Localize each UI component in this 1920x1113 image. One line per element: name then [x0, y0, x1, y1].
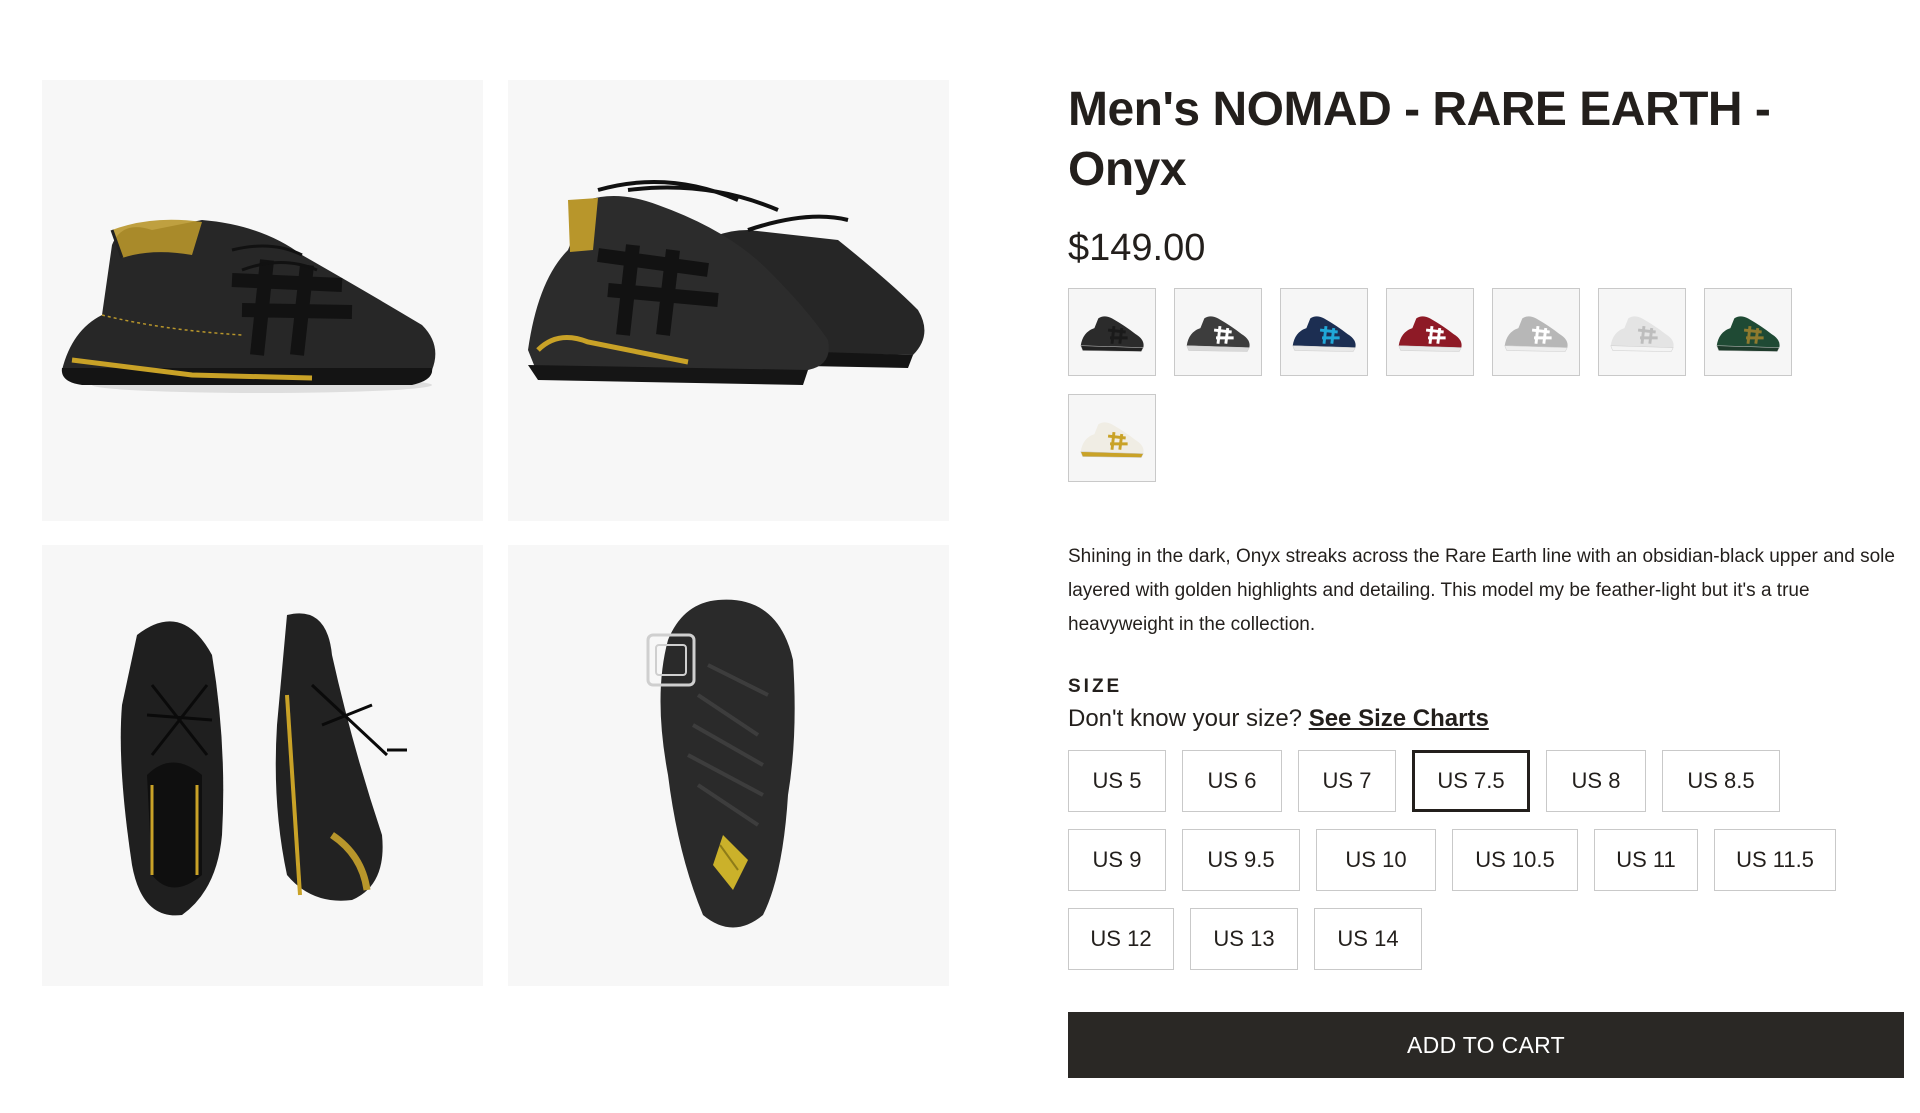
swatch-gold-white[interactable]: [1068, 394, 1156, 482]
size-option-us-7[interactable]: US 7: [1298, 750, 1396, 812]
side-view-image[interactable]: [42, 80, 483, 521]
size-option-us-11-5[interactable]: US 11.5: [1714, 829, 1836, 891]
swatch-onyx[interactable]: [1068, 288, 1156, 376]
swatch-shoe-icon: [1398, 316, 1462, 352]
size-heading: SIZE: [1068, 676, 1123, 697]
top-view-image[interactable]: [42, 545, 483, 986]
size-option-us-6[interactable]: US 6: [1182, 750, 1282, 812]
size-option-us-12[interactable]: US 12: [1068, 908, 1174, 970]
size-option-us-8-5[interactable]: US 8.5: [1662, 750, 1780, 812]
swatch-green[interactable]: [1704, 288, 1792, 376]
shoe-side-illustration: [61, 219, 436, 393]
product-info: Men's NOMAD - RARE EARTH - Onyx $149.00 …: [1068, 80, 1904, 1078]
swatch-shoe-icon: [1610, 316, 1674, 352]
sole-view-image[interactable]: [508, 545, 949, 986]
swatch-shoe-icon: [1080, 316, 1144, 352]
size-option-us-10[interactable]: US 10: [1316, 829, 1436, 891]
size-option-us-9-5[interactable]: US 9.5: [1182, 829, 1300, 891]
size-option-us-13[interactable]: US 13: [1190, 908, 1298, 970]
size-help: Don't know your size? See Size Charts: [1068, 703, 1489, 735]
swatch-charcoal-white[interactable]: [1174, 288, 1262, 376]
swatch-white[interactable]: [1598, 288, 1686, 376]
size-chart-link[interactable]: See Size Charts: [1309, 705, 1489, 732]
swatch-navy-blue[interactable]: [1280, 288, 1368, 376]
size-option-us-14[interactable]: US 14: [1314, 908, 1422, 970]
swatch-shoe-icon: [1080, 422, 1144, 458]
swatch-grey[interactable]: [1492, 288, 1580, 376]
size-option-us-9[interactable]: US 9: [1068, 829, 1166, 891]
product-gallery: [42, 80, 950, 986]
shoe-sole-illustration: [646, 599, 795, 928]
size-option-us-7-5[interactable]: US 7.5: [1412, 750, 1530, 812]
add-to-cart-button[interactable]: ADD TO CART: [1068, 1012, 1904, 1078]
pair-angle-view-image[interactable]: [508, 80, 949, 521]
swatch-shoe-icon: [1716, 316, 1780, 352]
shoe-top-illustration: [120, 613, 407, 916]
shoe-pair-illustration: [528, 180, 925, 385]
product-price: $149.00: [1068, 227, 1206, 269]
size-option-us-5[interactable]: US 5: [1068, 750, 1166, 812]
size-help-text: Don't know your size?: [1068, 705, 1303, 732]
size-option-us-11[interactable]: US 11: [1594, 829, 1698, 891]
product-title: Men's NOMAD - RARE EARTH - Onyx: [1068, 83, 1771, 196]
size-option-us-8[interactable]: US 8: [1546, 750, 1646, 812]
swatch-shoe-icon: [1504, 316, 1568, 352]
swatch-shoe-icon: [1186, 316, 1250, 352]
swatch-red[interactable]: [1386, 288, 1474, 376]
swatch-shoe-icon: [1292, 316, 1356, 352]
product-description: Shining in the dark, Onyx streaks across…: [1068, 546, 1895, 635]
size-option-us-10-5[interactable]: US 10.5: [1452, 829, 1578, 891]
